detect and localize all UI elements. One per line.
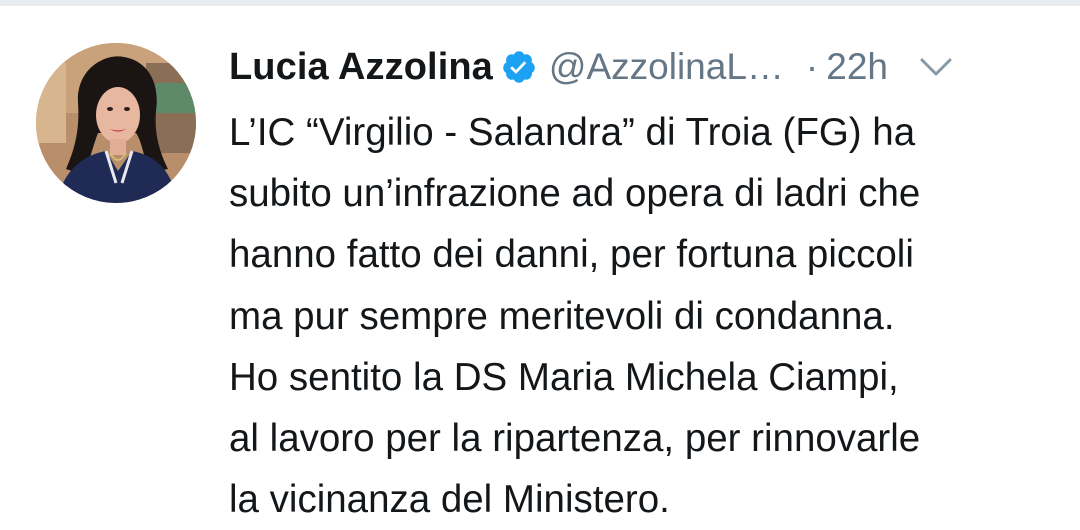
tweet-text-line: al lavoro per la ripartenza, per rinnova… xyxy=(229,417,921,461)
tweet-text-line: subito un’infrazione ad opera di ladri c… xyxy=(229,172,921,216)
timestamp[interactable]: 22h xyxy=(826,46,888,88)
avatar[interactable] xyxy=(36,43,196,203)
author-handle[interactable]: @AzzolinaL… xyxy=(549,46,784,88)
tweet-header: Lucia Azzolina @AzzolinaL… · 22h xyxy=(229,42,1049,92)
tweet-text-line: L’IC “Virgilio - Salandra” di Troia (FG)… xyxy=(229,111,916,154)
tweet-text-line: ma pur sempre meritevoli di condanna. xyxy=(229,294,895,338)
profile-photo xyxy=(36,43,196,203)
separator-dot: · xyxy=(805,46,819,87)
tweet-card[interactable]: Lucia Azzolina @AzzolinaL… · 22h L’IC “V… xyxy=(0,6,1080,530)
tweet-text-line: la vicinanza del Ministero. xyxy=(229,478,670,522)
author-name[interactable]: Lucia Azzolina xyxy=(229,46,493,89)
tweet-text-line: Ho sentito la DS Maria Michela Ciampi, xyxy=(229,355,899,399)
verified-badge-icon xyxy=(501,49,537,85)
tweet-text-line: hanno fatto dei danni, per fortuna picco… xyxy=(229,233,914,277)
chevron-down-icon[interactable] xyxy=(916,52,956,82)
tweet-text: L’IC “Virgilio - Salandra” di Troia (FG)… xyxy=(229,102,1059,530)
